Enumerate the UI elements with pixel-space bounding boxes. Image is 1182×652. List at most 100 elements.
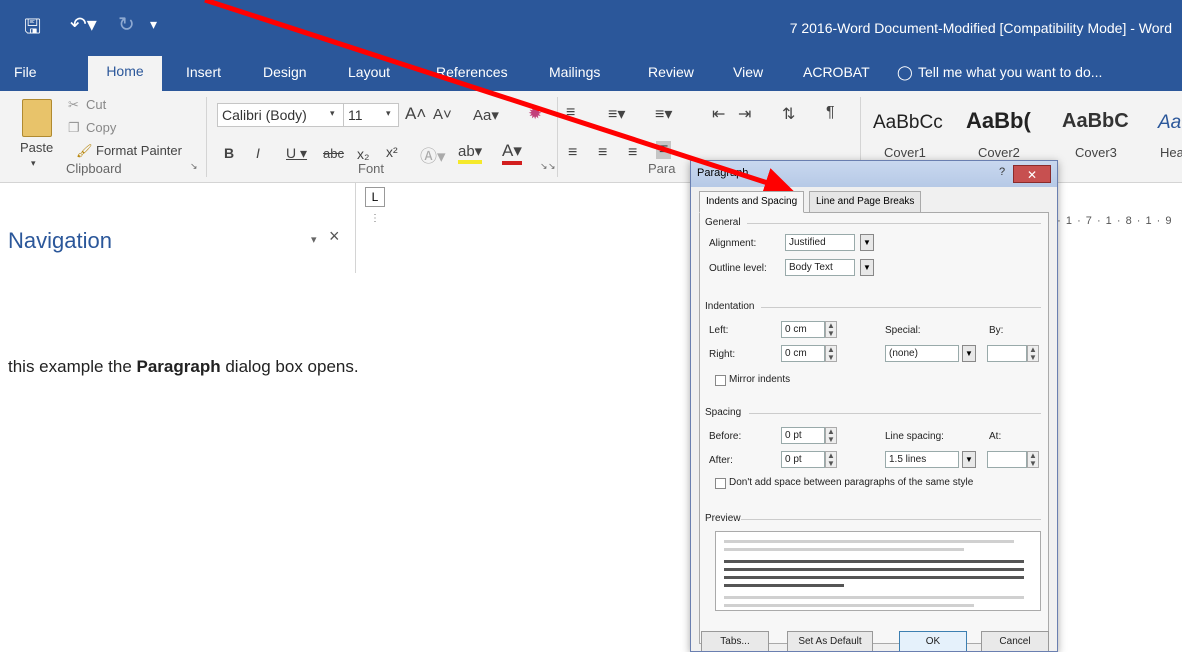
spacing-before-input[interactable]: 0 pt [781,427,825,444]
tab-insert[interactable]: Insert [186,64,221,80]
tab-layout[interactable]: Layout [348,64,390,80]
font-size-dropdown-icon[interactable]: ▾ [386,108,391,119]
mirror-indents-checkbox[interactable] [715,375,726,386]
copy-button[interactable]: Copy [86,120,116,135]
spacing-after-input[interactable]: 0 pt [781,451,825,468]
highlight-icon[interactable]: ab▾ [458,142,483,164]
indent-right-spinner[interactable]: ▲ ▼ [825,345,837,362]
at-input[interactable] [987,451,1027,468]
by-input[interactable] [987,345,1027,362]
indent-left-input[interactable]: 0 cm [781,321,825,338]
change-case-icon[interactable]: Aa▾ [473,106,499,124]
indent-left-label: Left: [709,325,729,336]
tab-design[interactable]: Design [263,64,307,80]
redo-icon[interactable]: ↻ [118,12,135,37]
clipboard-group-label: Clipboard [66,161,122,176]
align-right-icon[interactable]: ≡ [628,144,637,162]
document-paragraph[interactable]: this example the Paragraph dialog box op… [8,357,359,377]
preview-line [724,596,1024,599]
at-label: At: [989,431,1002,442]
subscript-icon[interactable]: x₂ [357,146,369,162]
font-name-dropdown-icon[interactable]: ▾ [330,108,335,119]
strikethrough-icon[interactable]: abc [323,146,344,161]
special-select[interactable]: (none) [885,345,959,362]
align-left-icon[interactable]: ≡ [568,144,577,162]
tab-selector-icon[interactable]: L [365,187,385,207]
italic-icon[interactable]: I [256,145,260,161]
justify-icon[interactable]: ≡ [656,141,672,159]
shrink-font-icon[interactable]: A˅ [433,106,452,123]
preview-line [724,560,1024,563]
spacing-before-spinner[interactable]: ▲ ▼ [825,427,837,444]
special-dropdown-icon[interactable]: ▼ [962,345,976,362]
section-divider [741,519,1041,520]
clipboard-launcher-icon[interactable]: ↘ [190,161,198,172]
decrease-indent-icon[interactable]: ⇤ [712,104,725,124]
paragraph-launcher-icon[interactable]: ↘ [548,161,556,172]
navigation-pane-title: Navigation [8,228,112,253]
multilevel-list-icon[interactable]: ≡▾ [655,104,672,124]
paste-button[interactable]: Paste [20,140,53,155]
spacing-after-spinner[interactable]: ▲ ▼ [825,451,837,468]
close-icon[interactable]: × [329,226,340,247]
align-center-icon[interactable]: ≡ [598,144,607,162]
tab-indents-and-spacing[interactable]: Indents and Spacing [699,191,805,213]
numbering-icon[interactable]: ≡▾ [608,104,625,124]
tab-review[interactable]: Review [648,64,694,80]
set-as-default-button[interactable]: Set As Default [787,631,873,651]
dont-add-space-checkbox[interactable] [715,478,726,489]
font-color-icon[interactable]: A▾ [502,141,522,165]
style-cover2-preview[interactable]: AaBb( [966,108,1031,134]
clear-formatting-icon[interactable]: ✹ [528,104,542,124]
alignment-select[interactable]: Justified [785,234,855,251]
tab-acrobat[interactable]: ACROBAT [803,64,870,80]
style-cover1-preview[interactable]: AaBbCc [873,112,943,134]
tab-home[interactable]: Home [88,56,162,91]
tab-references[interactable]: References [436,64,508,80]
increase-indent-icon[interactable]: ⇥ [738,104,751,124]
cancel-button[interactable]: Cancel [981,631,1049,651]
navigation-options-icon[interactable]: ▾ [311,233,317,246]
help-icon[interactable]: ? [994,166,1010,182]
tab-line-and-page-breaks[interactable]: Line and Page Breaks [809,191,922,213]
preview-line [724,548,964,551]
underline-icon[interactable]: U ▾ [286,145,307,162]
save-icon[interactable]: 🖫 [24,12,41,46]
dialog-close-icon[interactable]: ✕ [1013,165,1051,183]
horizontal-ruler: 6 · 1 · 7 · 1 · 8 · 1 · 9 [1046,215,1173,227]
superscript-icon[interactable]: x² [386,144,398,160]
tab-view[interactable]: View [733,64,763,80]
preview-line [724,584,844,587]
text-effects-icon[interactable]: Ⓐ▾ [420,142,446,167]
show-hide-pilcrow-icon[interactable]: ¶ [826,104,835,122]
tell-me-box[interactable]: Tell me what you want to do... [918,64,1102,80]
tabs-button[interactable]: Tabs... [701,631,769,651]
sort-icon[interactable]: ⇅ [782,104,795,124]
style-cover3-preview[interactable]: AaBbC [1062,110,1129,133]
at-spinner[interactable]: ▲ ▼ [1027,451,1039,468]
undo-icon[interactable]: ↶▾ [70,12,97,37]
line-spacing-select[interactable]: 1.5 lines [885,451,959,468]
outline-level-dropdown-icon[interactable]: ▼ [860,259,874,276]
paste-dropdown-icon[interactable]: ▾ [31,158,36,169]
font-name-combo[interactable]: Calibri (Body) [217,103,344,127]
font-launcher-icon[interactable]: ↘ [540,161,548,172]
tab-file[interactable]: File [14,64,37,80]
indent-left-spinner[interactable]: ▲ ▼ [825,321,837,338]
outline-level-select[interactable]: Body Text [785,259,855,276]
alignment-dropdown-icon[interactable]: ▼ [860,234,874,251]
spacing-after-label: After: [709,455,733,466]
ok-button[interactable]: OK [899,631,967,651]
tab-mailings[interactable]: Mailings [549,64,600,80]
format-painter-button[interactable]: Format Painter [96,143,182,158]
bold-icon[interactable]: B [224,145,234,161]
line-spacing-dropdown-icon[interactable]: ▼ [962,451,976,468]
customize-qat-icon[interactable]: ▾ [150,16,157,33]
indent-right-input[interactable]: 0 cm [781,345,825,362]
grow-font-icon[interactable]: A˄ [405,104,426,124]
style-heading-preview[interactable]: Aa [1158,112,1181,134]
paste-icon[interactable] [22,99,52,137]
bullets-icon[interactable]: ≡ [566,104,575,122]
by-spinner[interactable]: ▲ ▼ [1027,345,1039,362]
cut-button[interactable]: Cut [86,97,106,112]
